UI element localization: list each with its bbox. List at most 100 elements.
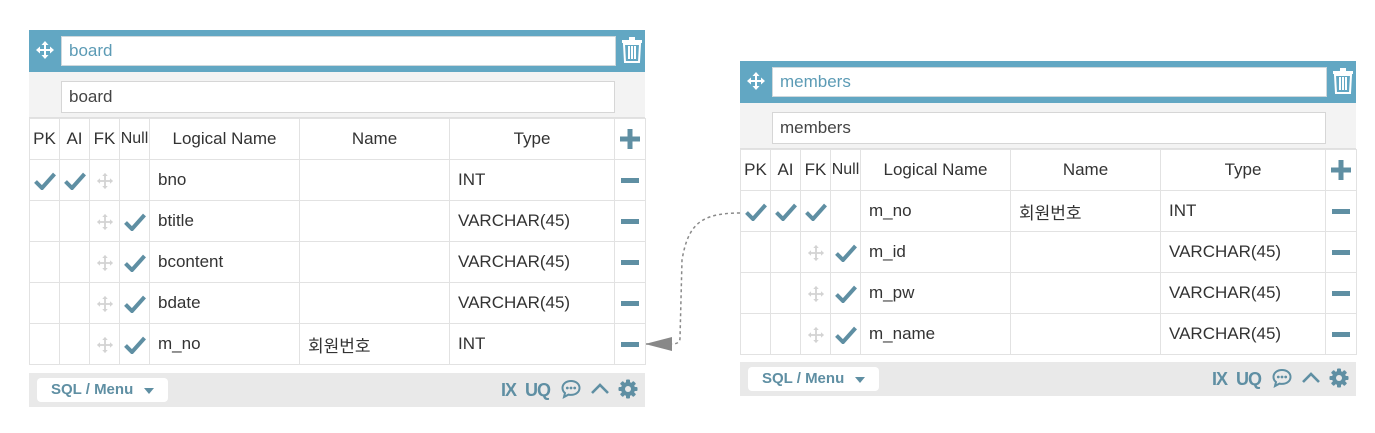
type-cell[interactable]: VARCHAR(45) bbox=[449, 241, 615, 283]
check-icon[interactable] bbox=[774, 203, 797, 221]
minus-icon[interactable] bbox=[1332, 249, 1350, 256]
remove-column-button[interactable] bbox=[1325, 231, 1357, 273]
check-icon[interactable] bbox=[63, 172, 86, 190]
plus-icon[interactable] bbox=[620, 129, 640, 150]
name-cell[interactable] bbox=[299, 282, 450, 324]
move-icon[interactable] bbox=[96, 213, 114, 231]
unique-button[interactable]: UQ bbox=[1236, 367, 1262, 391]
remove-column-button[interactable] bbox=[1325, 313, 1357, 355]
table-row[interactable]: m_no 회원번호 INT bbox=[29, 323, 646, 365]
pk-cell[interactable] bbox=[740, 190, 771, 232]
fk-cell[interactable] bbox=[800, 231, 831, 273]
pk-cell[interactable] bbox=[740, 313, 771, 355]
minus-icon[interactable] bbox=[621, 341, 639, 348]
table-members[interactable]: members members PK AI FK Null Logical Na… bbox=[740, 61, 1357, 396]
logical-name-cell[interactable]: m_name bbox=[860, 313, 1011, 355]
pk-cell[interactable] bbox=[29, 159, 60, 201]
ai-cell[interactable] bbox=[59, 159, 90, 201]
logical-name-cell[interactable]: btitle bbox=[149, 200, 300, 242]
name-cell[interactable] bbox=[299, 241, 450, 283]
check-icon[interactable] bbox=[123, 213, 146, 231]
comment-icon[interactable] bbox=[1272, 368, 1292, 388]
remove-column-button[interactable] bbox=[614, 323, 646, 365]
remove-column-button[interactable] bbox=[614, 241, 646, 283]
check-icon[interactable] bbox=[123, 254, 146, 272]
minus-icon[interactable] bbox=[621, 177, 639, 184]
minus-icon[interactable] bbox=[621, 300, 639, 307]
move-icon[interactable] bbox=[96, 295, 114, 313]
ai-cell[interactable] bbox=[770, 231, 801, 273]
check-icon[interactable] bbox=[834, 285, 857, 303]
check-icon[interactable] bbox=[834, 326, 857, 344]
table-header[interactable]: members bbox=[740, 61, 1356, 103]
logical-name-cell[interactable]: m_no bbox=[860, 190, 1011, 232]
name-cell[interactable] bbox=[1010, 313, 1161, 355]
unique-button[interactable]: UQ bbox=[525, 378, 551, 402]
ai-cell[interactable] bbox=[770, 313, 801, 355]
table-header[interactable]: board bbox=[29, 30, 645, 72]
pk-cell[interactable] bbox=[740, 272, 771, 314]
minus-icon[interactable] bbox=[1332, 331, 1350, 338]
fk-cell[interactable] bbox=[89, 241, 120, 283]
logical-name-cell[interactable]: bdate bbox=[149, 282, 300, 324]
chevron-up-icon[interactable] bbox=[590, 379, 610, 399]
minus-icon[interactable] bbox=[1332, 208, 1350, 215]
move-icon[interactable] bbox=[807, 326, 825, 344]
null-cell[interactable] bbox=[119, 241, 150, 283]
table-row[interactable]: m_name VARCHAR(45) bbox=[740, 313, 1357, 355]
logical-name-cell[interactable]: m_id bbox=[860, 231, 1011, 273]
index-button[interactable]: IX bbox=[1212, 367, 1228, 391]
name-cell[interactable] bbox=[1010, 231, 1161, 273]
name-cell[interactable] bbox=[1010, 272, 1161, 314]
chevron-up-icon[interactable] bbox=[1301, 368, 1321, 388]
fk-check-icon[interactable] bbox=[804, 203, 827, 221]
fk-cell[interactable] bbox=[89, 200, 120, 242]
logical-name-input[interactable]: board bbox=[61, 81, 615, 113]
name-cell[interactable]: 회원번호 bbox=[299, 323, 450, 365]
name-cell[interactable]: 회원번호 bbox=[1010, 190, 1161, 232]
type-cell[interactable]: INT bbox=[449, 323, 615, 365]
pk-cell[interactable] bbox=[29, 282, 60, 324]
fk-cell[interactable] bbox=[800, 313, 831, 355]
table-row[interactable]: btitle VARCHAR(45) bbox=[29, 200, 646, 242]
minus-icon[interactable] bbox=[621, 218, 639, 225]
pk-cell[interactable] bbox=[740, 231, 771, 273]
type-cell[interactable]: VARCHAR(45) bbox=[1160, 272, 1326, 314]
type-cell[interactable]: VARCHAR(45) bbox=[449, 200, 615, 242]
fk-cell[interactable] bbox=[89, 323, 120, 365]
type-cell[interactable]: VARCHAR(45) bbox=[1160, 313, 1326, 355]
type-cell[interactable]: VARCHAR(45) bbox=[1160, 231, 1326, 273]
remove-column-button[interactable] bbox=[614, 200, 646, 242]
logical-name-cell[interactable]: m_no bbox=[149, 323, 300, 365]
null-cell[interactable] bbox=[119, 323, 150, 365]
move-icon[interactable] bbox=[96, 172, 114, 190]
name-cell[interactable] bbox=[299, 159, 450, 201]
move-icon[interactable] bbox=[35, 40, 55, 60]
move-icon[interactable] bbox=[746, 71, 766, 91]
pk-cell[interactable] bbox=[29, 323, 60, 365]
move-icon[interactable] bbox=[807, 244, 825, 262]
remove-column-button[interactable] bbox=[1325, 190, 1357, 232]
ai-cell[interactable] bbox=[59, 323, 90, 365]
plus-icon[interactable] bbox=[1331, 160, 1351, 181]
move-icon[interactable] bbox=[96, 336, 114, 354]
type-cell[interactable]: INT bbox=[449, 159, 615, 201]
move-icon[interactable] bbox=[807, 285, 825, 303]
null-cell[interactable] bbox=[119, 159, 150, 201]
check-icon[interactable] bbox=[123, 336, 146, 354]
remove-column-button[interactable] bbox=[614, 282, 646, 324]
ai-cell[interactable] bbox=[770, 272, 801, 314]
trash-icon[interactable] bbox=[621, 37, 643, 63]
fk-cell[interactable] bbox=[800, 272, 831, 314]
move-icon[interactable] bbox=[96, 254, 114, 272]
logical-name-cell[interactable]: bno bbox=[149, 159, 300, 201]
name-cell[interactable] bbox=[299, 200, 450, 242]
ai-cell[interactable] bbox=[59, 241, 90, 283]
ai-cell[interactable] bbox=[59, 200, 90, 242]
logical-name-cell[interactable]: bcontent bbox=[149, 241, 300, 283]
table-row[interactable]: bdate VARCHAR(45) bbox=[29, 282, 646, 324]
add-column-button[interactable] bbox=[614, 118, 646, 160]
null-cell[interactable] bbox=[119, 200, 150, 242]
fk-cell[interactable] bbox=[89, 159, 120, 201]
fk-cell[interactable] bbox=[800, 190, 831, 232]
